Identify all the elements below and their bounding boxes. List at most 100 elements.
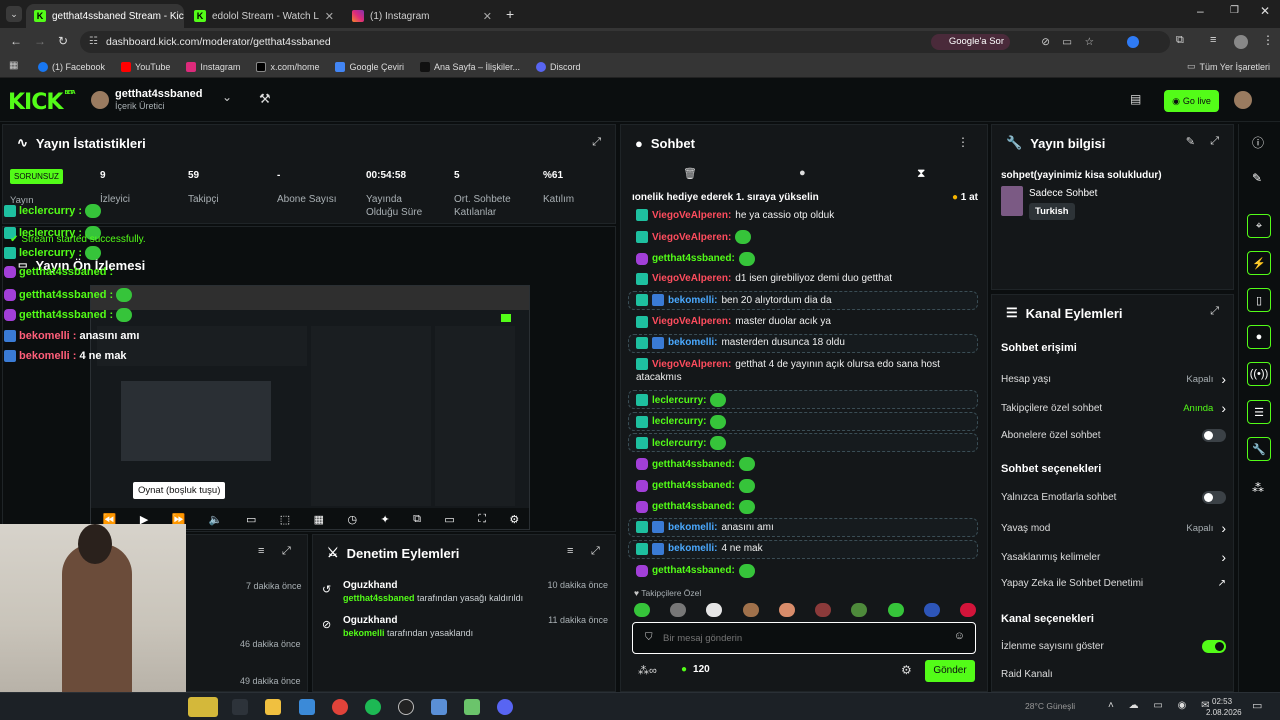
bookmark-discord[interactable]: Discord [536,61,581,72]
chat-message[interactable]: getthat4ssbaned: [636,457,755,472]
lightning-icon[interactable]: ⚡ [1247,251,1271,275]
emoji-picker-icon[interactable]: ☺ [954,630,965,642]
task-view-icon[interactable] [232,699,248,715]
chat-username[interactable]: ViegoVeAlperen: [652,232,731,243]
layout-icon[interactable]: ▤ [1130,92,1141,106]
broadcast-icon[interactable]: ((•)) [1247,362,1271,386]
volume-icon[interactable]: 🔈 [209,513,223,526]
extensions-icon[interactable]: ⧉ [1176,34,1184,47]
popout-icon[interactable]: ⤢ [592,136,601,149]
popout-icon[interactable]: ⤢ [282,545,291,558]
kick-logo[interactable]: KICK BETA [8,90,76,115]
close-tab-icon[interactable]: ✕ [325,10,334,23]
action-control[interactable]: › [1221,549,1226,565]
close-window-icon[interactable]: ✕ [1260,4,1270,18]
chat-message[interactable]: ViegoVeAlperen: [636,230,752,245]
toggle-switch[interactable] [1202,491,1226,504]
send-button[interactable]: Gönder [925,660,975,682]
filter-icon[interactable]: ≡ [258,545,264,557]
channel-action-row[interactable]: Abonelere özel sohbet [1001,429,1226,442]
action-control[interactable] [1202,491,1226,504]
chat-username[interactable]: getthat4ssbaned: [652,253,735,264]
chat-username[interactable]: getthat4ssbaned: [652,480,735,491]
channel-action-row[interactable]: İzlenme sayısını göster [1001,640,1226,653]
all-bookmarks-button[interactable]: ▭ Tüm Yer İşaretleri [1187,61,1270,72]
chat-message[interactable]: ViegoVeAlperen: master duolar acık ya [636,315,831,328]
action-control[interactable]: Anında › [1183,400,1226,416]
chat-icon[interactable]: ● [1247,325,1271,349]
pip-icon[interactable]: ⧉ [413,513,421,526]
back-icon[interactable]: ← [10,34,22,48]
action-control[interactable]: ↗ [1218,578,1226,589]
chat-username[interactable]: ViegoVeAlperen: [652,316,731,327]
profile-avatar[interactable] [1234,35,1248,49]
bookmark-youtube[interactable]: YouTube [121,61,170,72]
chat-username[interactable]: bekomelli: [668,337,717,348]
channel-action-row[interactable]: Yapay Zeka ile Sohbet Denetimi ↗ [1001,578,1226,589]
popout-icon[interactable]: ⤢ [1210,135,1219,148]
crop-icon[interactable]: ⬚ [280,513,290,526]
action-control[interactable] [1202,640,1226,653]
chat-message[interactable]: leclercurry: [636,393,727,408]
edit-pencil-icon[interactable]: ✎ [1186,135,1195,148]
channel-switch-chevron-icon[interactable]: ⌄ [222,90,232,104]
browser-tab-0[interactable]: K getthat4ssbaned Stream - Kick ✕ [26,4,184,28]
site-info-icon[interactable]: ☷ [89,31,98,53]
close-tab-icon[interactable]: ✕ [483,10,492,23]
chat-message[interactable]: bekomelli: 4 ne mak [636,542,763,555]
chat-input[interactable]: ⛉ ☺ [632,622,976,654]
hide-icon[interactable]: ⊘ [1041,31,1050,53]
chat-username[interactable]: ViegoVeAlperen: [652,210,731,221]
theater-icon[interactable]: ▭ [444,513,454,526]
apps-grid-icon[interactable]: ▦ [9,60,18,71]
forward-icon[interactable]: → [34,34,46,48]
chat-message[interactable]: bekomelli: ben 20 alıytordum dia da [636,294,832,307]
chat-message[interactable]: ViegoVeAlperen: he ya cassio otp olduk [636,209,834,221]
edit-icon[interactable]: ✎ [1252,171,1262,185]
clip-icon[interactable]: ▭ [246,513,256,526]
extension-icon[interactable] [1127,36,1139,48]
tab-search-button[interactable]: ⌄ [6,6,22,22]
install-icon[interactable]: ▭ [1062,31,1072,53]
emote-icon[interactable] [887,603,904,617]
chat-message[interactable]: getthat4ssbaned: [636,251,755,266]
action-control[interactable]: Kapalı › [1186,520,1226,536]
emote-icon[interactable] [778,603,795,617]
chat-message[interactable]: getthat4ssbaned: [636,563,755,578]
target-icon[interactable]: ⌖ [1247,214,1271,238]
chat-message[interactable]: leclercurry: [636,436,727,450]
channel-action-row[interactable]: Raid Kanalı [1001,669,1226,680]
chat-menu-icon[interactable]: ⋮ [957,135,969,149]
timer-icon[interactable]: ◷ [347,513,357,526]
stack-icon[interactable]: ☰ [1247,400,1271,424]
popout-icon[interactable]: ⤢ [1210,305,1219,318]
emote-icon[interactable] [815,603,832,617]
trash-icon[interactable]: 🗑 [683,167,697,180]
weather-widget-icon[interactable] [188,697,218,717]
chat-message[interactable]: ViegoVeAlperen: d1 isen girebiliyoz demi … [636,272,892,285]
obs-icon[interactable] [398,699,414,715]
wrench-icon[interactable]: 🔧 [1247,437,1271,461]
channel-avatar[interactable] [91,91,109,109]
chat-username[interactable]: ViegoVeAlperen: [652,359,731,370]
channel-action-row[interactable]: Yasaklanmış kelimeler › [1001,549,1226,565]
user-avatar[interactable] [1234,91,1252,109]
emote-icon[interactable] [706,603,723,617]
channel-action-row[interactable]: Hesap yaşı Kapalı › [1001,371,1226,387]
bookmark-home[interactable]: Ana Sayfa – İlişkiler... [420,61,520,72]
flag-denmark-icon[interactable] [959,603,976,617]
new-tab-button[interactable]: + [506,6,514,22]
spotify-icon[interactable] [365,699,381,715]
channel-action-row[interactable]: Yavaş mod Kapalı › [1001,520,1226,536]
fullscreen-icon[interactable]: ⛶ [478,513,486,526]
snipping-tool-icon[interactable] [299,699,315,715]
bookmark-star-icon[interactable]: ☆ [1085,31,1094,53]
chat-message[interactable]: getthat4ssbaned: [636,499,755,514]
channel-action-row[interactable]: Yalnızca Emotlarla sohbet [1001,491,1226,504]
address-bar[interactable]: ☷ dashboard.kick.com/moderator/getthat4s… [80,31,1170,53]
notifications-icon[interactable]: ▭ [1252,699,1262,712]
chat-username[interactable]: bekomelli: [668,522,717,533]
chat-tab-icon[interactable]: ● [799,167,806,179]
hourglass-icon[interactable]: ⧗ [917,166,925,181]
app-icon[interactable] [464,699,480,715]
